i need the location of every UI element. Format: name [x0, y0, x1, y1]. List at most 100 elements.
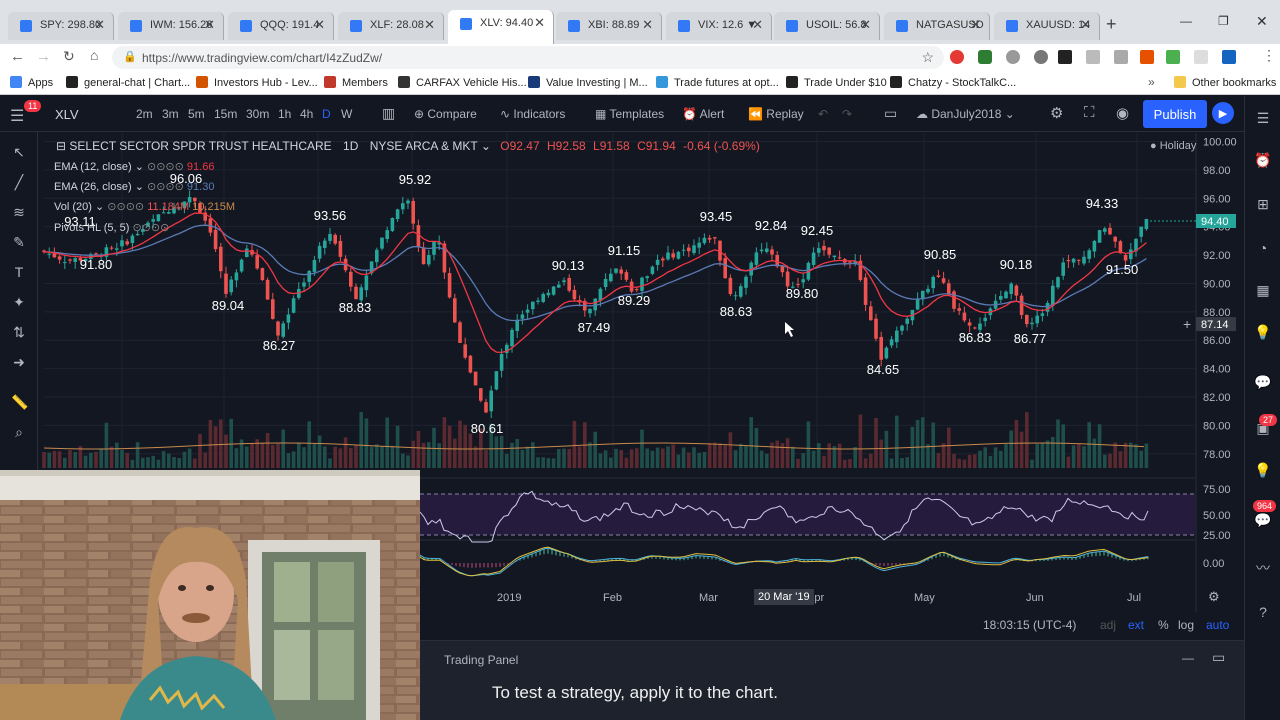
- candle-body: [401, 203, 405, 210]
- candle-body: [406, 200, 410, 204]
- volume-bar: [427, 442, 431, 468]
- candle-body: [359, 287, 363, 301]
- adj-toggle[interactable]: adj: [1100, 618, 1116, 632]
- volume-bar: [463, 424, 467, 468]
- watchlist-icon[interactable]: ☰: [1254, 110, 1272, 128]
- candle-body: [687, 247, 691, 252]
- pivot-low-label: 88.63: [720, 304, 753, 319]
- ema26-legend[interactable]: EMA (26, close) ⌄ ⊙⊙⊙⊙ 91.30: [54, 180, 214, 193]
- rsi-tick: 75.00: [1203, 484, 1231, 496]
- volume-bar: [245, 446, 249, 468]
- volume-bar: [728, 432, 733, 468]
- ideas-stream-icon[interactable]: 💡: [1254, 462, 1272, 480]
- macd-histogram-bar: [503, 563, 505, 566]
- pivot-low-label: 86.77: [1014, 331, 1047, 346]
- volume-bar: [967, 454, 972, 468]
- candle-body: [713, 237, 717, 239]
- candle-body: [125, 241, 129, 245]
- candle-body: [1144, 219, 1149, 230]
- volume-bar: [983, 447, 987, 468]
- hotlist-icon[interactable]: ◔: [1254, 240, 1272, 258]
- volume-bar: [1144, 443, 1149, 468]
- candle-body: [1025, 315, 1029, 325]
- candle-body: [1051, 285, 1055, 306]
- candle-body: [531, 301, 535, 310]
- volume-bar: [208, 419, 213, 468]
- chat-badge: 964: [1253, 500, 1277, 512]
- pivot-low-label: 89.29: [618, 293, 651, 308]
- candle-body: [624, 272, 629, 280]
- volume-bar: [609, 457, 613, 468]
- candle-body: [661, 258, 665, 261]
- candle-body: [1030, 322, 1034, 325]
- browser-menu-icon[interactable]: ⋮: [1262, 47, 1276, 64]
- volume-bar: [385, 417, 389, 468]
- volume-bar: [229, 418, 233, 468]
- candle-body: [1113, 236, 1117, 242]
- candle-body: [468, 355, 473, 373]
- candle-body: [967, 322, 972, 326]
- pivot-low-label: 80.61: [471, 421, 504, 436]
- volume-bar: [125, 452, 129, 468]
- volume-bar: [1030, 459, 1034, 468]
- candle-body: [427, 255, 431, 265]
- trading-panel-tab[interactable]: Trading Panel: [444, 653, 518, 667]
- volume-bar: [203, 452, 207, 468]
- volume-bar: [895, 415, 899, 468]
- close-window-icon[interactable]: ✕: [1256, 13, 1268, 30]
- candle-body: [546, 292, 551, 296]
- candle-body: [463, 344, 467, 358]
- signals-icon[interactable]: 〰: [1254, 558, 1272, 576]
- volume-bar: [442, 417, 447, 468]
- volume-legend[interactable]: Vol (20) ⌄ ⊙⊙⊙⊙ 11.184M 10.215M: [54, 200, 235, 213]
- price-tick: 80.00: [1203, 420, 1231, 432]
- candle-body: [328, 234, 332, 241]
- alerts-clock-icon[interactable]: ⏰: [1254, 152, 1272, 170]
- price-tick: 96.00: [1203, 193, 1231, 205]
- candle-body: [73, 258, 77, 262]
- ideas-icon[interactable]: 💡: [1254, 324, 1272, 342]
- candle-body: [650, 266, 655, 274]
- volume-bar: [557, 449, 561, 468]
- legend-high: H92.58: [546, 139, 586, 153]
- candle-body: [936, 275, 941, 277]
- volume-bar: [926, 444, 930, 468]
- panel-caption: To test a strategy, apply it to the char…: [492, 683, 778, 702]
- volume-bar: [536, 457, 540, 468]
- volume-bar: [978, 450, 982, 468]
- candle-body: [676, 251, 681, 259]
- candle-body: [837, 257, 842, 259]
- volume-bar: [567, 448, 571, 468]
- log-toggle[interactable]: log: [1178, 618, 1194, 632]
- candle-body: [1004, 291, 1008, 299]
- volume-bar: [63, 457, 67, 468]
- ema12-legend[interactable]: EMA (12, close) ⌄ ⊙⊙⊙⊙ 91.66: [54, 160, 214, 173]
- auto-toggle[interactable]: auto: [1206, 618, 1229, 632]
- chat-icon[interactable]: 💬: [1254, 374, 1272, 392]
- ext-toggle[interactable]: ext: [1128, 618, 1144, 632]
- crosshair-plus-icon: +: [1183, 316, 1191, 332]
- macd-histogram-bar: [551, 549, 553, 555]
- volume-bar: [811, 450, 816, 468]
- pivots-legend[interactable]: Pivots HL (5, 5) ⊙⊙⊙⊙: [54, 221, 169, 234]
- time-axis[interactable]: 2019 Feb Mar Apr May Jun Jul 20 Mar '19: [420, 588, 1196, 608]
- volume-bar: [707, 443, 712, 468]
- volume-bar: [250, 443, 254, 468]
- axis-settings-icon[interactable]: ⚙: [1208, 589, 1220, 605]
- maximize-panel-icon[interactable]: ▭: [1212, 649, 1225, 666]
- pivot-low-label: 87.49: [578, 320, 611, 335]
- calendar-icon[interactable]: ▦: [1254, 282, 1272, 300]
- help-icon[interactable]: ?: [1254, 604, 1272, 622]
- collapse-icon[interactable]: ⊟: [56, 139, 69, 153]
- candle-body: [1035, 315, 1039, 324]
- candle-body: [276, 321, 280, 336]
- candle-body: [135, 233, 140, 236]
- candle-body: [229, 279, 233, 293]
- volume-bar: [219, 419, 223, 468]
- chats-icon[interactable]: 💬: [1254, 512, 1272, 530]
- minimize-panel-icon[interactable]: —: [1182, 651, 1194, 665]
- volume-bar: [1071, 445, 1076, 468]
- data-window-icon[interactable]: ⊞: [1254, 196, 1272, 214]
- percent-toggle[interactable]: %: [1158, 618, 1169, 632]
- volume-bar: [775, 440, 779, 468]
